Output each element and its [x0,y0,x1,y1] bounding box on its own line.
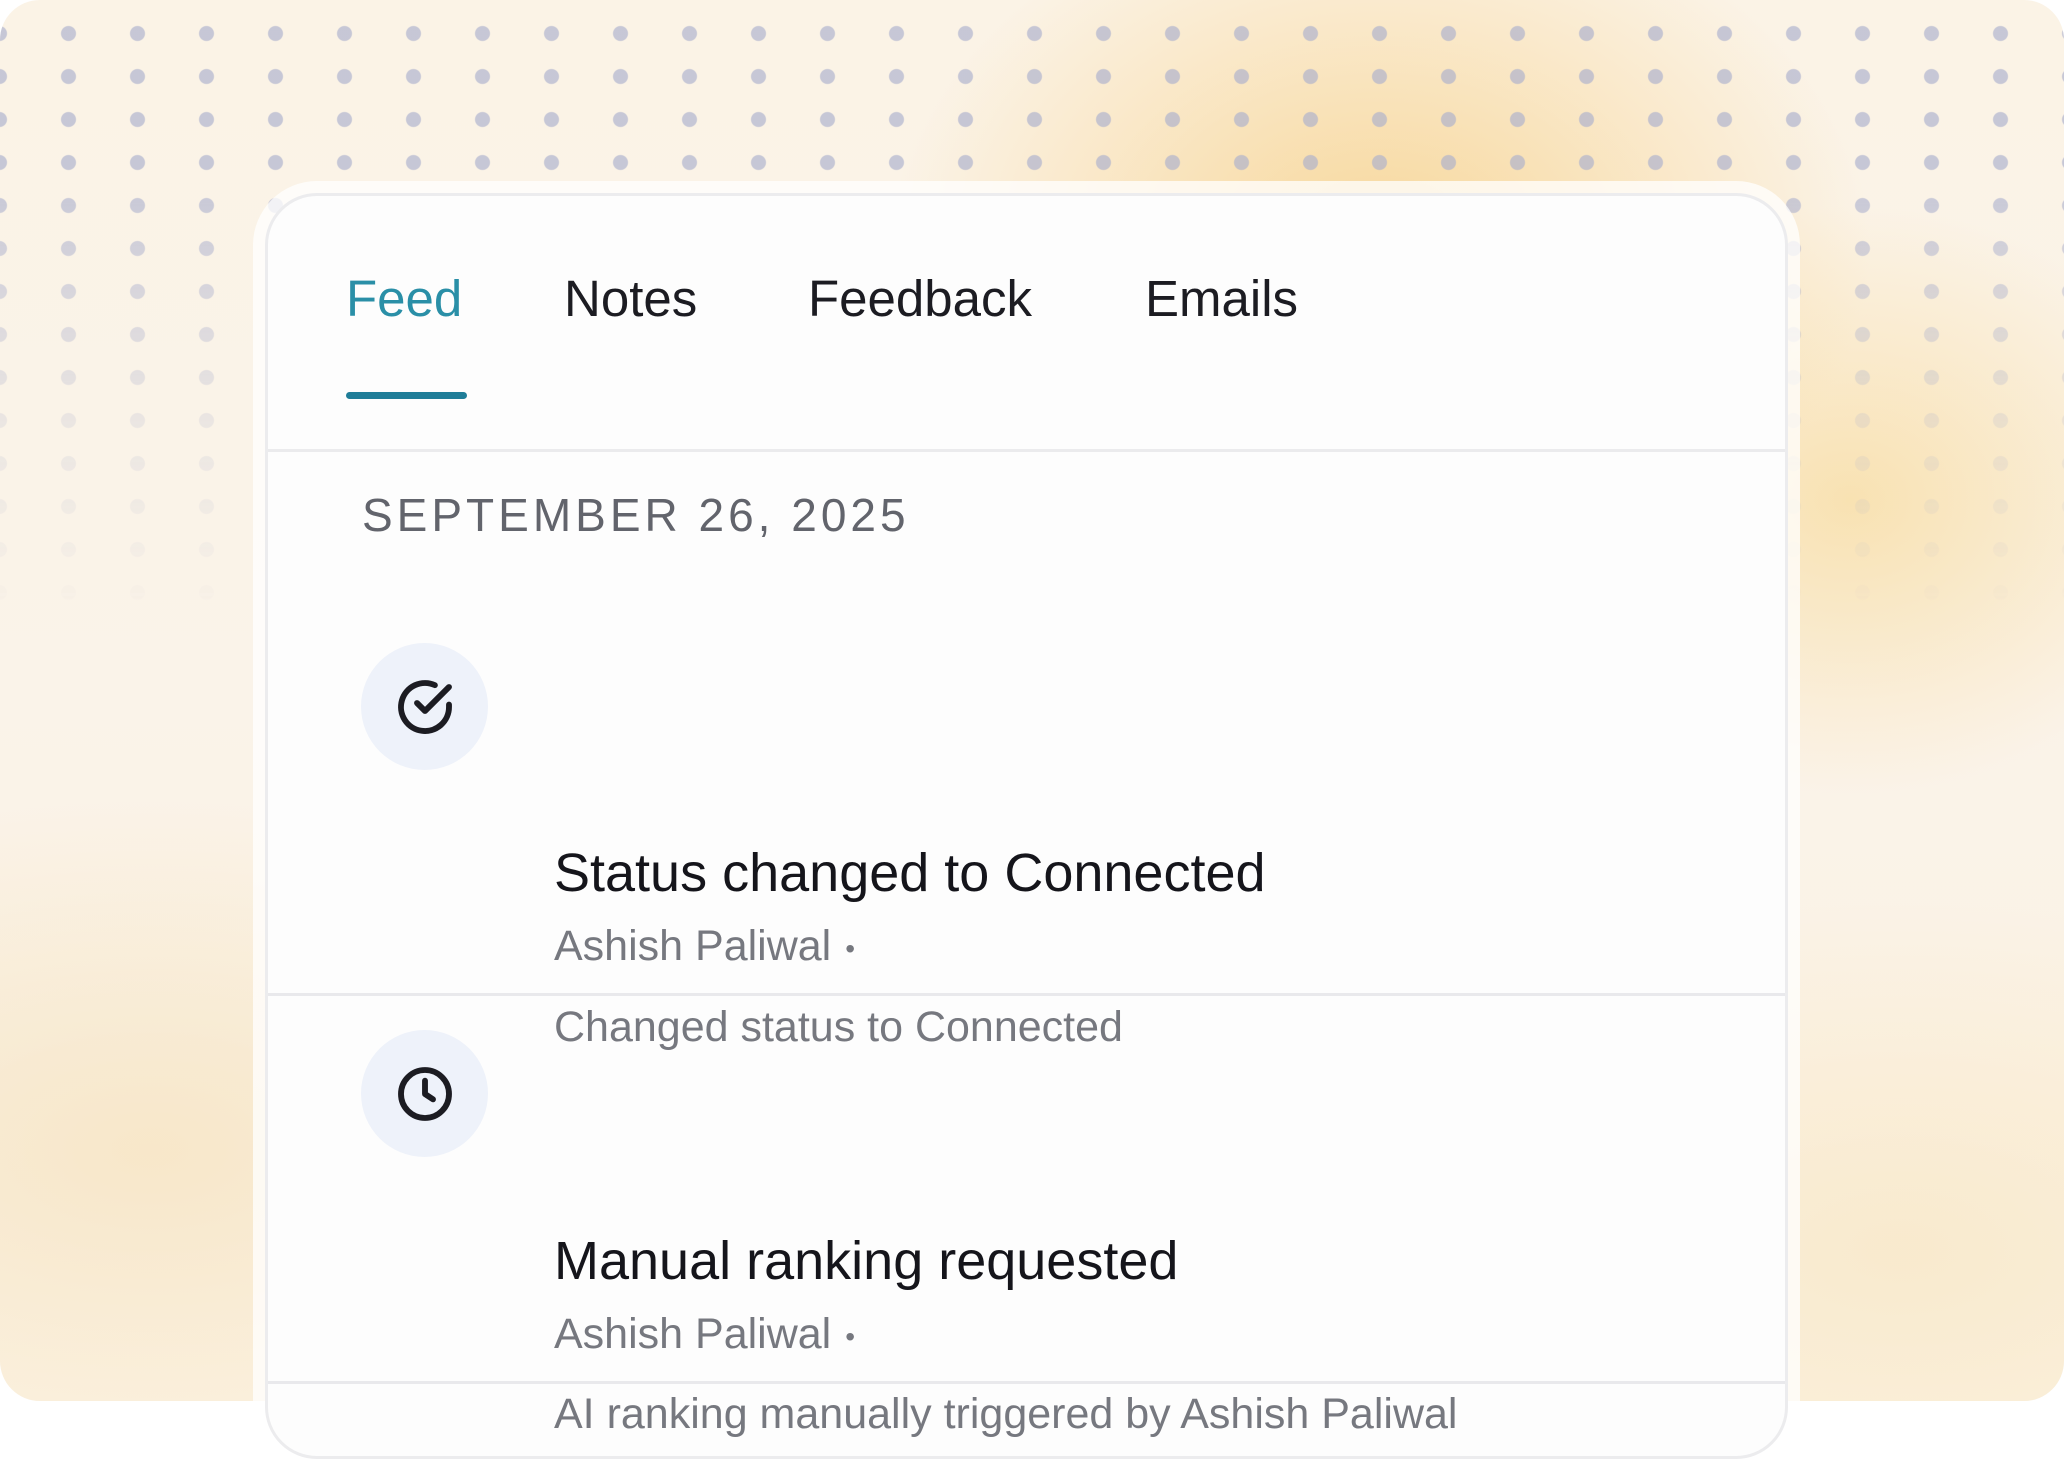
tab-notes[interactable]: Notes [564,269,697,329]
tab-emails[interactable]: Emails [1145,269,1298,329]
clock-icon [397,1066,452,1121]
date-group-header: SEPTEMBER 26, 2025 [362,489,910,541]
meta-separator: • [845,1320,856,1352]
feed-item-divider [268,993,1785,996]
feed-item-author: Ashish Paliwal • [554,920,855,975]
tab-feed[interactable]: Feed [346,269,462,329]
feed-item-title: Manual ranking requested [554,1231,1179,1291]
check-circle-icon [397,679,452,734]
author-name[interactable]: Ashish Paliwal [554,922,831,970]
ranking-requested-icon-badge [361,1030,488,1157]
active-tab-indicator [346,392,467,399]
tab-bar: Feed Notes Feedback Emails [268,196,1785,452]
meta-separator: • [845,932,856,964]
feed-item-author: Ashish Paliwal • [554,1308,855,1363]
feed-item-divider [268,1381,1785,1384]
feed-item-description: AI ranking manually triggered by Ashish … [554,1390,1458,1438]
status-changed-icon-badge [361,643,488,770]
activity-panel: Feed Notes Feedback Emails SEPTEMBER 26,… [265,193,1788,1459]
tab-feedback[interactable]: Feedback [808,269,1032,329]
feed-item-description: Changed status to Connected [554,1003,1123,1051]
author-name[interactable]: Ashish Paliwal [554,1310,831,1358]
feed-item-title: Status changed to Connected [554,843,1266,903]
